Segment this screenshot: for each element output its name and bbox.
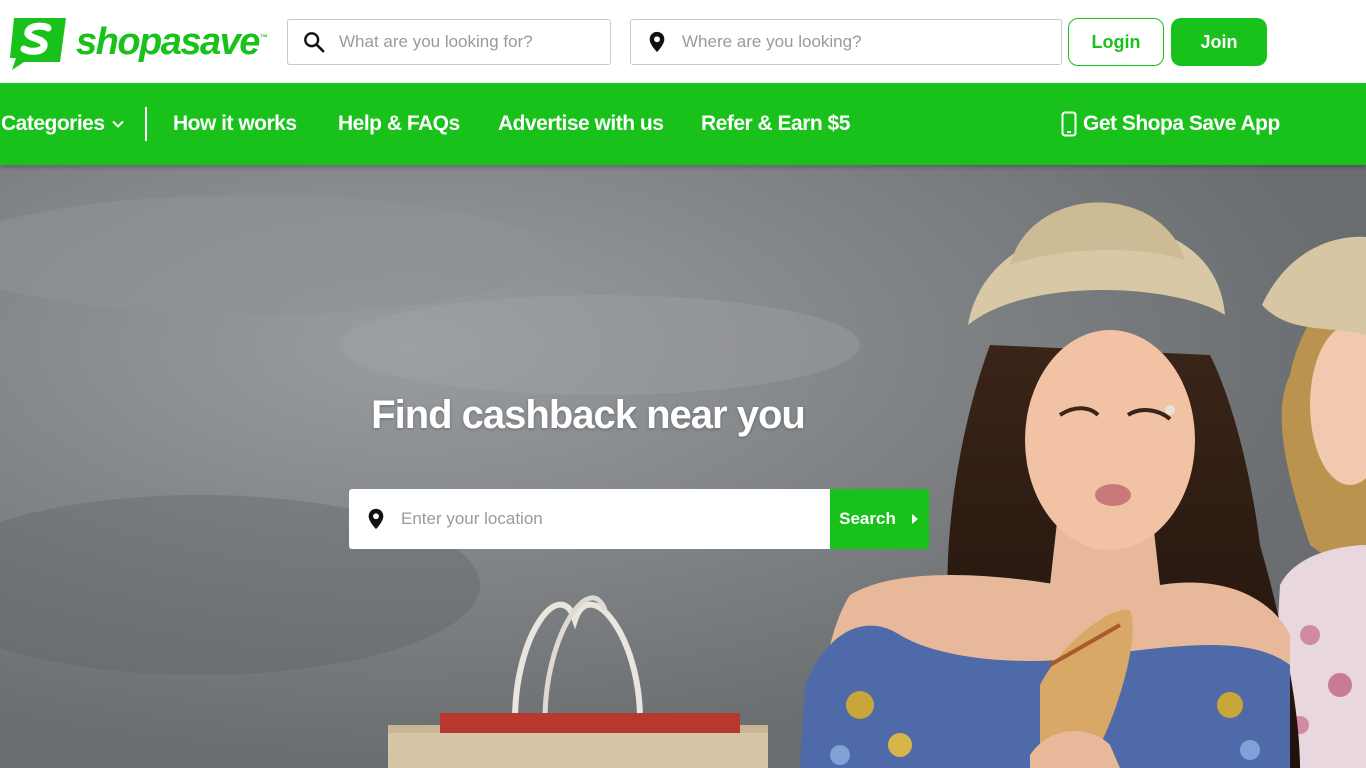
shopasave-logo[interactable]: shopasave™	[8, 14, 268, 70]
phone-icon	[1061, 111, 1077, 137]
search-icon	[304, 32, 325, 53]
where-search-input[interactable]	[682, 32, 1061, 52]
what-search-input[interactable]	[339, 32, 610, 52]
login-button[interactable]: Login	[1068, 18, 1164, 66]
arrow-right-icon	[911, 514, 918, 524]
logo-wordmark: shopasave™	[76, 21, 268, 63]
main-nav: Categories How it works Help & FAQs Adve…	[0, 83, 1366, 165]
shopasave-logo-icon	[10, 18, 66, 70]
nav-refer-earn[interactable]: Refer & Earn $5	[701, 83, 850, 165]
nav-advertise[interactable]: Advertise with us	[498, 83, 664, 165]
what-search-box[interactable]	[287, 19, 611, 65]
top-header: shopasave™ Login Join	[0, 0, 1366, 83]
nav-divider	[145, 107, 147, 141]
hero-search-label: Search	[839, 509, 896, 528]
nav-categories-label: Categories	[1, 112, 105, 135]
hero-location-box[interactable]	[349, 489, 830, 549]
nav-categories-dropdown[interactable]: Categories	[1, 83, 125, 165]
hero-title: Find cashback near you	[371, 393, 806, 437]
chevron-down-icon	[111, 120, 124, 128]
join-button[interactable]: Join	[1171, 18, 1267, 66]
nav-get-app[interactable]: Get Shopa Save App	[1061, 83, 1280, 165]
nav-how-it-works[interactable]: How it works	[173, 83, 297, 165]
location-pin-icon	[368, 508, 384, 530]
hero-search-button[interactable]: Search	[830, 489, 929, 549]
hero-location-input[interactable]	[401, 509, 801, 529]
hero-section: Find cashback near you Search	[0, 165, 1366, 768]
location-pin-icon	[649, 31, 665, 53]
nav-get-app-label: Get Shopa Save App	[1083, 112, 1280, 135]
nav-help-faqs[interactable]: Help & FAQs	[338, 83, 460, 165]
hero-background-photo	[0, 165, 1366, 768]
where-search-box[interactable]	[630, 19, 1062, 65]
